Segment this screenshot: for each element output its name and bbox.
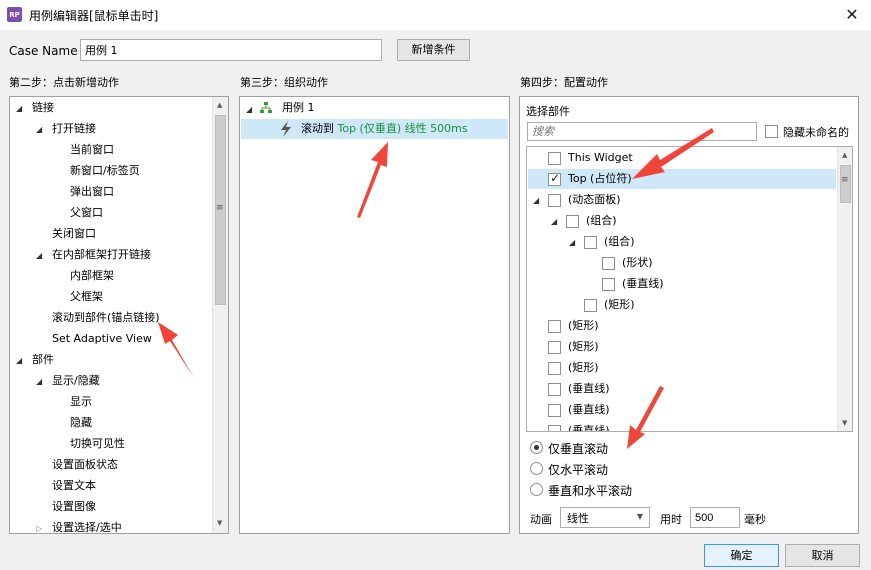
annotation-arrow-left [158, 322, 194, 378]
annotation-arrow-bottom-right [627, 386, 664, 449]
annotation-arrow-middle [357, 142, 388, 218]
annotation-arrow-top-right [632, 128, 714, 179]
annotation-arrows [158, 128, 714, 449]
